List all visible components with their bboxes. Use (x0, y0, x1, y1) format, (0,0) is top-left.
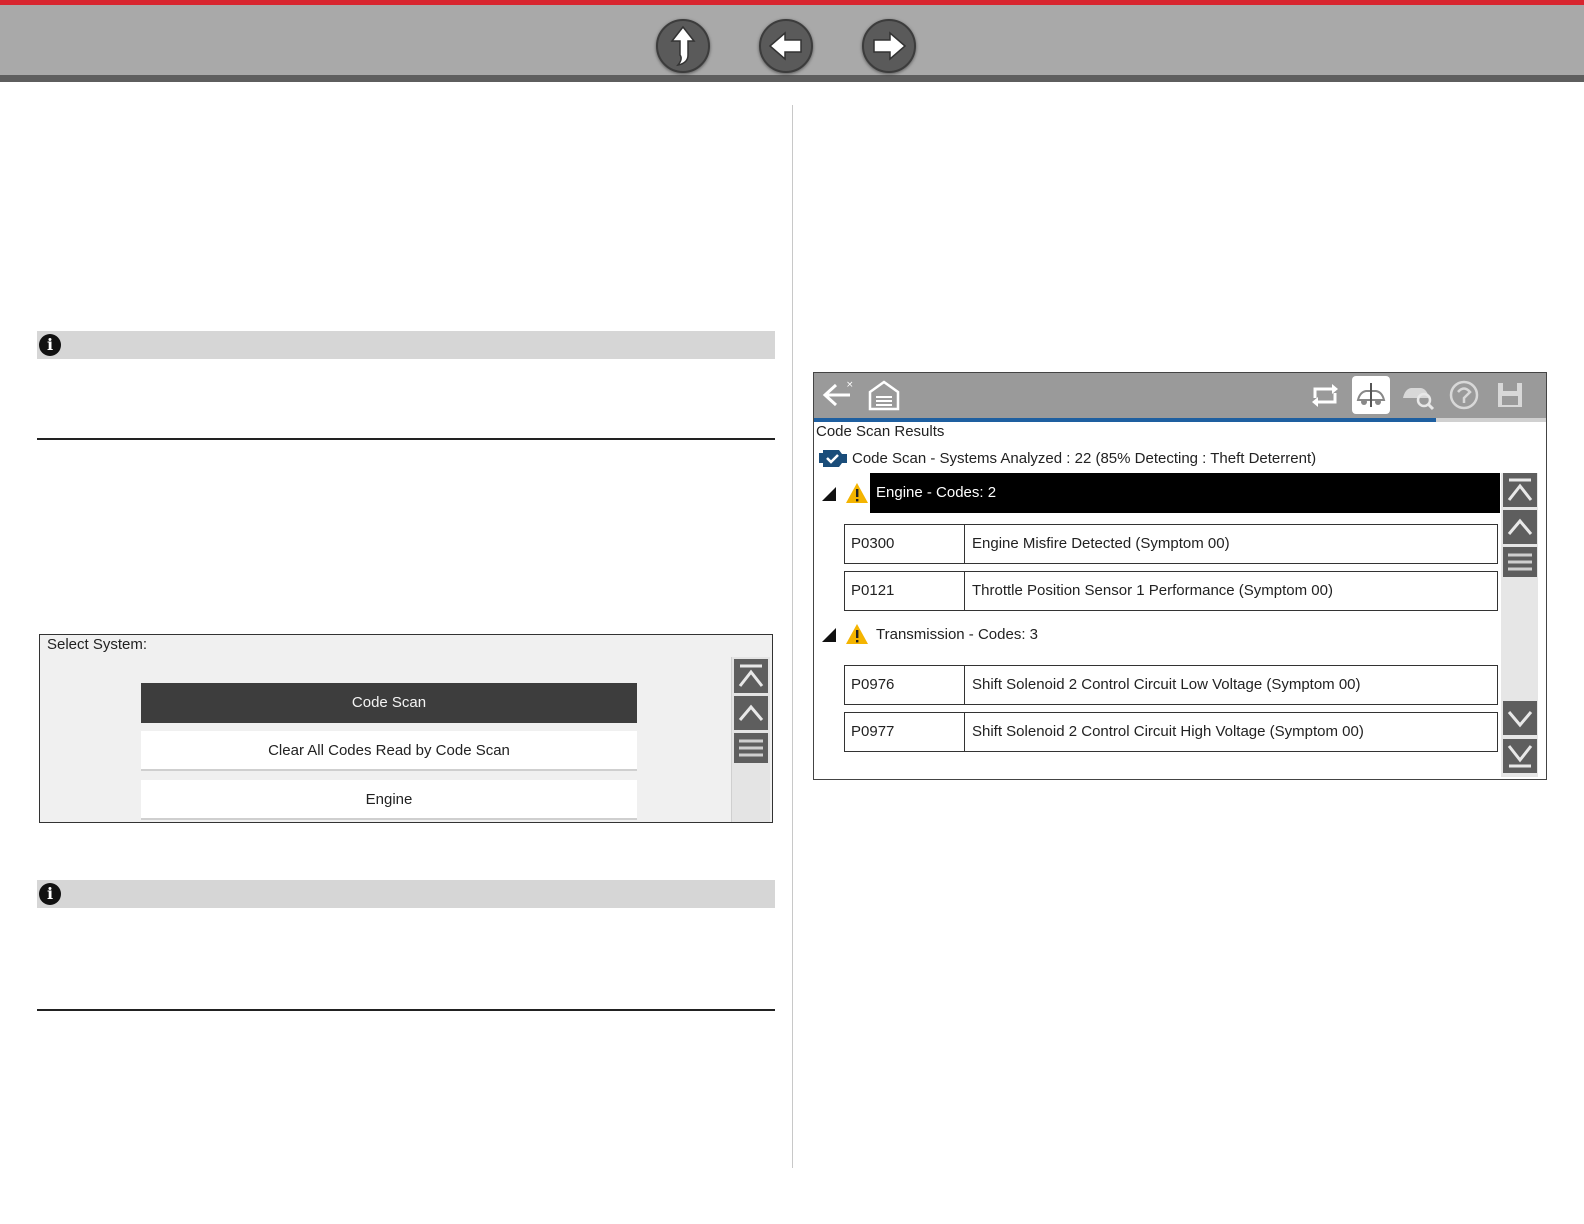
vehicle-search-icon (1403, 388, 1435, 411)
scroll-up-button[interactable] (1503, 510, 1537, 544)
freeze-frame-icon (1449, 380, 1479, 410)
scroll-up-button[interactable] (734, 696, 768, 730)
back-button[interactable]: × (818, 376, 856, 414)
transmission-group-label: Transmission - Codes: 3 (876, 626, 1038, 643)
scroll-down-button[interactable] (1503, 701, 1537, 735)
dtc-description: Shift Solenoid 2 Control Circuit Low Vol… (972, 676, 1361, 693)
scan-summary: Code Scan - Systems Analyzed : 22 (85% D… (852, 450, 1317, 467)
up-arrow-button[interactable] (656, 19, 710, 73)
home-button[interactable] (865, 376, 903, 414)
note-bar: i (37, 331, 775, 359)
dtc-description: Throttle Position Sensor 1 Performance (… (972, 582, 1333, 599)
results-scrollbar (1501, 473, 1538, 777)
results-title: Code Scan Results (816, 423, 945, 440)
results-toolbar: × (814, 373, 1546, 418)
dtc-code: P0121 (845, 572, 965, 610)
transmission-group-header[interactable]: Transmission - Codes: 3 (814, 615, 1500, 655)
back-arrow-button[interactable] (759, 19, 813, 73)
scan-vehicle-button[interactable] (1352, 376, 1390, 414)
clear-all-codes-button[interactable]: Clear All Codes Read by Code Scan (141, 731, 637, 771)
code-scan-results-window: × Code Scan Results Code Scan - Systems … (813, 372, 1547, 780)
menu-lines-icon (1508, 553, 1532, 571)
note-bar: i (37, 880, 775, 908)
code-row[interactable]: P0977 Shift Solenoid 2 Control Circuit H… (844, 712, 1498, 752)
info-icon: i (39, 334, 61, 356)
svg-text:×: × (846, 380, 854, 390)
scroll-thumb[interactable] (734, 733, 768, 763)
vehicle-search-button[interactable] (1399, 376, 1437, 414)
back-arrow-icon (768, 31, 802, 61)
home-icon (868, 380, 900, 411)
forward-arrow-icon (873, 31, 907, 61)
dtc-code: P0300 (845, 525, 965, 563)
code-row[interactable]: P0300 Engine Misfire Detected (Symptom 0… (844, 524, 1498, 564)
scan-progress-bar (814, 418, 1437, 422)
back-icon: × (822, 380, 854, 407)
chevron-up-icon (1507, 518, 1533, 535)
chevron-down-icon (1507, 711, 1533, 728)
scroll-bottom-icon (1507, 745, 1533, 768)
repeat-icon (1312, 384, 1338, 407)
collapse-triangle-icon[interactable] (822, 628, 836, 642)
column-divider (792, 105, 793, 1168)
scroll-thumb[interactable] (1503, 547, 1537, 577)
code-scan-button[interactable]: Code Scan (141, 683, 637, 723)
engine-check-icon (819, 450, 847, 467)
scroll-top-icon (738, 664, 764, 687)
warning-icon (846, 624, 868, 644)
select-system-title: Select System: (47, 636, 148, 653)
scroll-bottom-button[interactable] (1503, 739, 1537, 773)
scan-vehicle-icon (1356, 383, 1386, 407)
engine-group-label: Engine - Codes: 2 (870, 473, 1500, 513)
top-navigation-bar (0, 0, 1584, 82)
code-row[interactable]: P0121 Throttle Position Sensor 1 Perform… (844, 571, 1498, 611)
dtc-description: Shift Solenoid 2 Control Circuit High Vo… (972, 723, 1364, 740)
forward-arrow-button[interactable] (862, 19, 916, 73)
dtc-description: Engine Misfire Detected (Symptom 00) (972, 535, 1230, 552)
warning-icon (846, 483, 868, 503)
save-button[interactable] (1491, 376, 1529, 414)
up-arrow-icon (670, 25, 696, 67)
info-icon: i (39, 883, 61, 905)
note-end-rule (37, 438, 775, 440)
scroll-top-button[interactable] (734, 659, 768, 693)
chevron-up-icon (738, 704, 764, 721)
engine-button[interactable]: Engine (141, 780, 637, 820)
scroll-top-icon (1507, 478, 1533, 501)
select-system-panel: Select System: Code Scan Clear All Codes… (39, 634, 773, 823)
collapse-triangle-icon[interactable] (822, 487, 836, 501)
freeze-frame-button[interactable] (1445, 376, 1483, 414)
repeat-button[interactable] (1306, 376, 1344, 414)
scroll-top-button[interactable] (1503, 473, 1537, 507)
dtc-code: P0976 (845, 666, 965, 704)
engine-group-header[interactable]: Engine - Codes: 2 (814, 473, 1500, 513)
select-system-scrollbar (731, 657, 770, 822)
note-end-rule (37, 1009, 775, 1011)
code-row[interactable]: P0976 Shift Solenoid 2 Control Circuit L… (844, 665, 1498, 705)
dtc-code: P0977 (845, 713, 965, 751)
save-icon (1498, 383, 1522, 407)
menu-lines-icon (739, 739, 763, 757)
